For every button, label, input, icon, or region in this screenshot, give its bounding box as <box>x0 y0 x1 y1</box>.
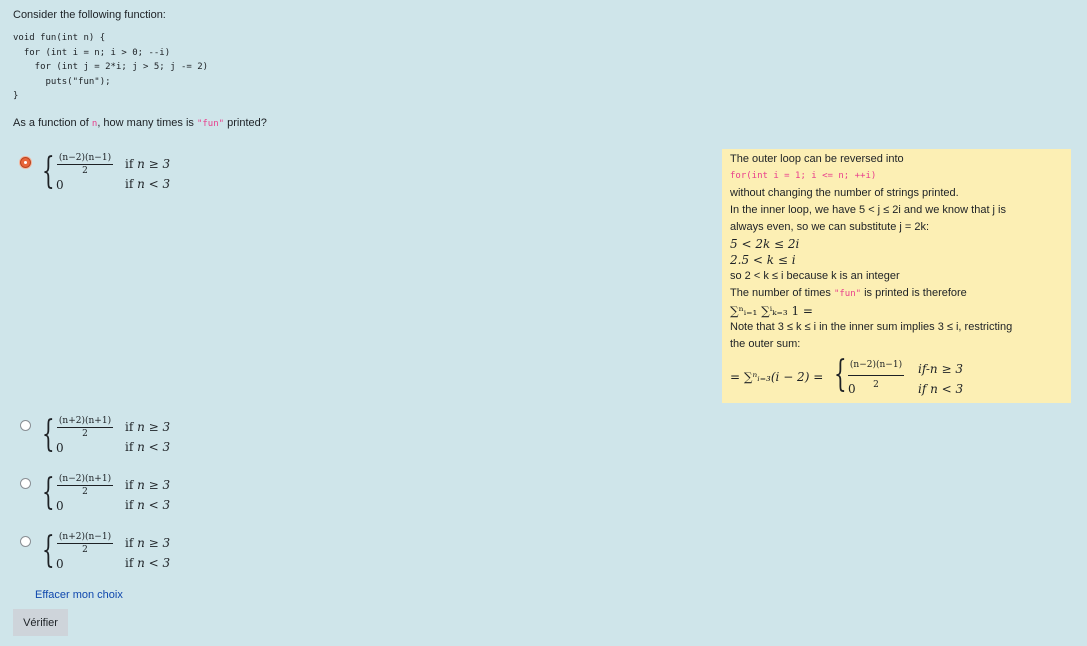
piecewise-formula: { (n+2)(n−1) 2 0 if n ≥ 3 if n < 3 <box>42 530 171 572</box>
radio-button-selected[interactable] <box>20 157 31 168</box>
inline-code-string: "fun" <box>196 119 225 129</box>
code-line: void fun(int n) { <box>13 33 106 43</box>
code-line: for (int j = 2*i; j > 5; j -= 2) <box>13 62 209 73</box>
feedback-math: ∑ⁿᵢ₌₁ ∑ⁱₖ₌₃ 1 = <box>730 304 813 318</box>
brace-glyph: { <box>42 530 55 571</box>
feedback-text: the outer sum: <box>730 338 801 350</box>
radio-button[interactable] <box>20 420 31 431</box>
code-block: void fun(int n) { for (int i = n; i > 0;… <box>13 31 208 104</box>
fraction: (n+2)(n+1) 2 <box>57 416 113 439</box>
feedback-text: so 2 < k ≤ i because k is an integer <box>730 270 900 282</box>
fraction: (n−2)(n+1) 2 <box>57 474 113 497</box>
code-line: for (int i = n; i > 0; --i) <box>13 47 171 58</box>
answer-option-1[interactable]: { (n−2)(n−1) 2 0 if n ≥ 3 if n < 3 <box>20 151 280 197</box>
brace-glyph: { <box>42 472 55 513</box>
clear-choice-link[interactable]: Effacer mon choix <box>35 589 123 601</box>
answer-option-3[interactable]: { (n−2)(n+1) 2 0 if n ≥ 3 if n < 3 <box>20 472 280 518</box>
question-intro: Consider the following function: <box>13 9 166 21</box>
feedback-code: for(int i = 1; i <= n; ++i) <box>730 171 877 181</box>
fraction: (n−2)(n−1) 2 <box>57 153 113 176</box>
code-line: } <box>13 91 19 102</box>
feedback-text: In the inner loop, we have 5 < j ≤ 2i an… <box>730 204 1007 216</box>
question-text: As a function of n, how many times is "f… <box>13 117 267 129</box>
answer-option-2[interactable]: { (n+2)(n+1) 2 0 if n ≥ 3 if n < 3 <box>20 414 280 460</box>
fraction: (n+2)(n−1) 2 <box>57 532 113 555</box>
piecewise-formula: { (n−2)(n+1) 2 0 if n ≥ 3 if n < 3 <box>42 472 171 514</box>
fraction: (n−2)(n−1) 2 <box>848 357 904 394</box>
answer-option-4[interactable]: { (n+2)(n−1) 2 0 if n ≥ 3 if n < 3 <box>20 530 280 576</box>
brace-glyph: { <box>42 151 55 192</box>
brace-glyph: { <box>834 354 847 395</box>
feedback-text: Note that 3 ≤ k ≤ i in the inner sum imp… <box>730 321 1013 333</box>
radio-button[interactable] <box>20 536 31 547</box>
brace-glyph: { <box>42 414 55 455</box>
verify-button[interactable]: Vérifier <box>13 609 68 636</box>
piecewise-formula: { (n+2)(n+1) 2 0 if n ≥ 3 if n < 3 <box>42 414 171 456</box>
radio-button[interactable] <box>20 478 31 489</box>
feedback-text: always even, so we can substitute j = 2k… <box>730 221 930 233</box>
feedback-text: without changing the number of strings p… <box>730 187 959 199</box>
feedback-math: 2.5 < k ≤ i <box>730 253 796 267</box>
feedback-text: The outer loop can be reversed into <box>730 153 904 165</box>
feedback-math: 5 < 2k ≤ 2i <box>730 237 800 251</box>
code-line: puts("fun"); <box>13 76 111 87</box>
feedback-piecewise: = ∑ⁿᵢ₌₃(i − 2) = { (n−2)(n−1) 2 0 if-n ≥ … <box>730 354 964 397</box>
feedback-panel: The outer loop can be reversed into for(… <box>722 149 1071 403</box>
piecewise-formula: { (n−2)(n−1) 2 0 if n ≥ 3 if n < 3 <box>42 151 171 193</box>
feedback-text: The number of times "fun" is printed is … <box>730 287 967 299</box>
